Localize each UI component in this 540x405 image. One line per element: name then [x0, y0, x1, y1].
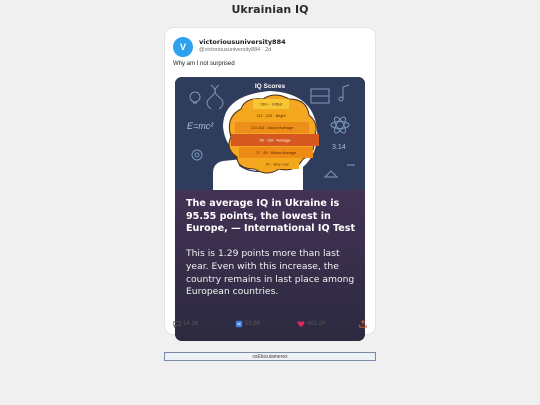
- iq-band-label: 70 · Very Low: [265, 163, 288, 167]
- post-image[interactable]: E=mc² 3.14 130+ · Gifted 115 - 129 · Brig…: [175, 77, 365, 341]
- formula-decor: E=mc²: [187, 121, 214, 131]
- page-title: Ukrainian IQ: [231, 3, 309, 16]
- reply-button[interactable]: 14.1K: [173, 320, 199, 328]
- iq-infographic-drawing: E=mc² 3.14 130+ · Gifted 115 - 129 · Brig…: [175, 77, 365, 190]
- post-text: Why am I not surprised: [173, 61, 235, 67]
- image-body-text: This is 1.29 points more than last year.…: [186, 248, 355, 298]
- iq-band-label: 110-114 · Above Average: [251, 126, 293, 130]
- repost-count: 53.6K: [245, 321, 261, 327]
- username[interactable]: victoriousuniversity884: [199, 38, 286, 46]
- image-headline: The average IQ in Ukraine is 95.55 point…: [186, 198, 356, 235]
- repost-icon: [235, 320, 243, 328]
- iq-band-label: 115 - 129 · Bright: [256, 114, 286, 118]
- pi-decor: 3.14: [332, 144, 346, 151]
- comment-icon: [173, 321, 181, 328]
- footer-id-box: xxEbiculamerex: [164, 352, 376, 361]
- image-caption: The average IQ in Ukraine is 95.55 point…: [175, 190, 365, 341]
- repost-button[interactable]: 53.6K: [235, 320, 261, 328]
- like-button[interactable]: 461.2K: [297, 320, 326, 328]
- post-header: victoriousuniversity884 @victoriousunive…: [199, 38, 286, 53]
- like-count: 461.2K: [307, 321, 327, 327]
- share-button[interactable]: [359, 320, 367, 328]
- handle[interactable]: @victoriousuniversity884: [199, 47, 260, 53]
- iq-band-label: 90 - 110 · Average: [260, 139, 291, 143]
- heart-icon: [297, 321, 305, 328]
- avatar[interactable]: V: [173, 37, 193, 57]
- reply-count: 14.1K: [183, 321, 199, 327]
- iq-scores-title: IQ Scores: [255, 83, 286, 90]
- handle-row: @victoriousuniversity884 · 2d: [199, 47, 286, 53]
- iq-band-label: 130+ · Gifted: [260, 103, 282, 107]
- timestamp: 2d: [265, 47, 272, 53]
- iq-infographic: E=mc² 3.14 130+ · Gifted 115 - 129 · Brig…: [175, 77, 365, 190]
- iq-band-label: 71 - 89 · Below Average: [256, 151, 296, 155]
- share-icon: [359, 320, 367, 328]
- post-card: V victoriousuniversity884 @victoriousuni…: [164, 27, 376, 341]
